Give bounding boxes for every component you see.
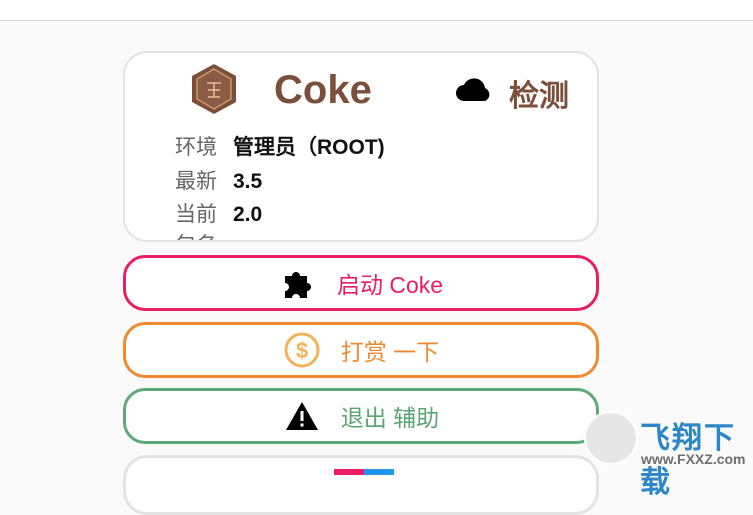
accent-bar-blue: [364, 469, 394, 475]
info-key: 当前: [175, 203, 217, 226]
hexagon-logo-icon: [192, 64, 236, 114]
info-row-environment: 环境 管理员（ROOT): [175, 131, 385, 161]
tip-button[interactable]: $ 打赏 一下: [123, 322, 599, 378]
check-button[interactable]: 检测: [509, 71, 569, 115]
info-key: 最新: [175, 170, 217, 193]
top-app-bar: [0, 0, 753, 21]
info-row-current: 当前 2.0: [175, 198, 262, 228]
start-coke-button[interactable]: 启动 Coke: [123, 255, 599, 311]
puzzle-icon: [279, 264, 317, 302]
info-row-package: 包名com.cnm: [175, 229, 325, 240]
info-value: com.cnm: [233, 234, 325, 240]
info-value: 管理员（ROOT): [233, 136, 385, 159]
info-value: 2.0: [233, 203, 263, 226]
cloud-icon[interactable]: [455, 75, 493, 103]
exit-button[interactable]: 退出 辅助: [123, 388, 599, 444]
info-value: 3.5: [233, 170, 263, 193]
accent-bar-pink: [334, 469, 364, 475]
exit-label: 退出 辅助: [340, 405, 440, 431]
dollar-coin-icon: $: [283, 331, 321, 369]
app-name: Coke: [274, 68, 372, 112]
info-key: 包名: [175, 229, 233, 240]
info-row-latest: 最新 3.5: [175, 165, 262, 195]
start-label: 启动 Coke: [336, 272, 444, 298]
watermark-logo-icon: [584, 411, 638, 465]
watermark-url: www.FXXZ.com: [641, 451, 746, 467]
warning-icon: [283, 397, 321, 435]
info-key: 环境: [175, 136, 217, 159]
watermark: 飞翔下载 www.FXXZ.com: [580, 407, 750, 499]
next-card: [123, 455, 599, 515]
svg-text:$: $: [296, 338, 308, 363]
status-card: Coke 检测 环境管理员（ROOT) 最新 3.5 当前 2.0 包名com.cn…: [123, 51, 599, 242]
tip-label: 打赏 一下: [340, 339, 440, 365]
